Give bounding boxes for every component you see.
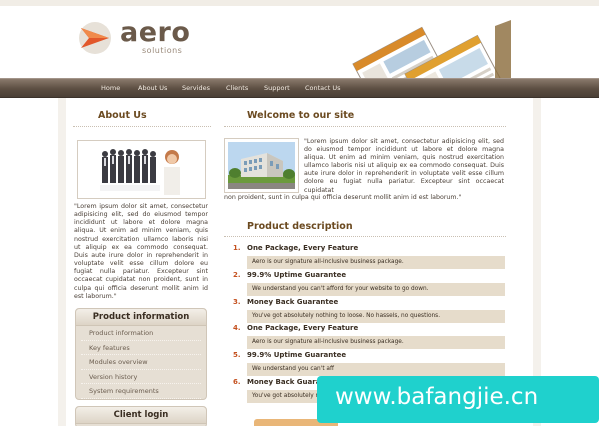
watermark-text: www.bafangjie.cn: [335, 384, 539, 410]
feature-description: Aero is our signature all-inclusive busi…: [247, 336, 505, 349]
feature-description: We understand you can't afford for your …: [247, 283, 505, 296]
feature-heading: One Package, Every Feature: [247, 244, 359, 252]
nav-clients[interactable]: Clients: [226, 84, 248, 92]
product-info-title: Product information: [76, 309, 206, 326]
team-people-image: [78, 141, 205, 198]
sidebar-link-modules-overview[interactable]: Modules overview: [81, 355, 201, 370]
product-info-panel: Product information Product information …: [75, 308, 207, 400]
feature-heading: One Package, Every Feature: [247, 324, 359, 332]
feature-number: 2.: [233, 271, 241, 279]
nav-about-us[interactable]: About Us: [138, 84, 167, 92]
feature-number: 6.: [233, 378, 241, 386]
sidebar-link-product-information[interactable]: Product information: [81, 326, 201, 341]
feature-number: 1.: [233, 244, 241, 252]
brand-tagline: solutions: [142, 46, 183, 55]
sidebar-link-system-requirements[interactable]: System requirements: [81, 384, 201, 399]
feature-description: Aero is our signature all-inclusive busi…: [247, 256, 505, 269]
product-description-title: Product description: [247, 221, 353, 232]
welcome-text: "Lorem ipsum dolor sit amet, consectetur…: [304, 138, 504, 194]
team-photo: [77, 140, 206, 199]
welcome-text-continued: non proident, sunt in culpa qui officia …: [224, 194, 462, 201]
nav-support[interactable]: Support: [264, 84, 290, 92]
about-text: "Lorem ipsum dolor sit amet, consectetur…: [74, 203, 208, 300]
feature-heading: Money Back Guarantee: [247, 298, 339, 306]
feature-number: 3.: [233, 298, 241, 306]
welcome-title: Welcome to our site: [247, 110, 355, 121]
divider: [224, 126, 506, 127]
sidebar-link-key-features[interactable]: Key features: [81, 341, 201, 356]
nav-contact-us[interactable]: Contact Us: [305, 84, 341, 92]
feature-number: 5.: [233, 351, 241, 359]
header: aero solutions: [0, 6, 599, 88]
divider: [224, 236, 506, 237]
nav-services[interactable]: Servides: [182, 84, 210, 92]
page-shadow-left: [58, 98, 66, 426]
aero-logo-icon[interactable]: [77, 20, 113, 56]
watermark-banner: www.bafangjie.cn: [317, 376, 599, 423]
office-building-image: [228, 142, 295, 189]
client-login-panel: Client login: [75, 406, 207, 426]
feature-heading: 99.9% Uptime Guarantee: [247, 271, 347, 279]
feature-description: We understand you can't aff: [247, 363, 505, 376]
sidebar-link-version-history[interactable]: Version history: [81, 370, 201, 385]
main-nav: Home About Us Servides Clients Support C…: [0, 78, 599, 98]
nav-home[interactable]: Home: [101, 84, 120, 92]
client-login-title: Client login: [76, 407, 206, 424]
divider: [73, 126, 211, 127]
brand-name[interactable]: aero: [120, 18, 190, 48]
about-title: About Us: [98, 110, 147, 121]
building-photo: [224, 138, 299, 193]
feature-heading: 99.9% Uptime Guarantee: [247, 351, 347, 359]
feature-number: 4.: [233, 324, 241, 332]
feature-description: You've got absolutely nothing to loose. …: [247, 310, 505, 323]
